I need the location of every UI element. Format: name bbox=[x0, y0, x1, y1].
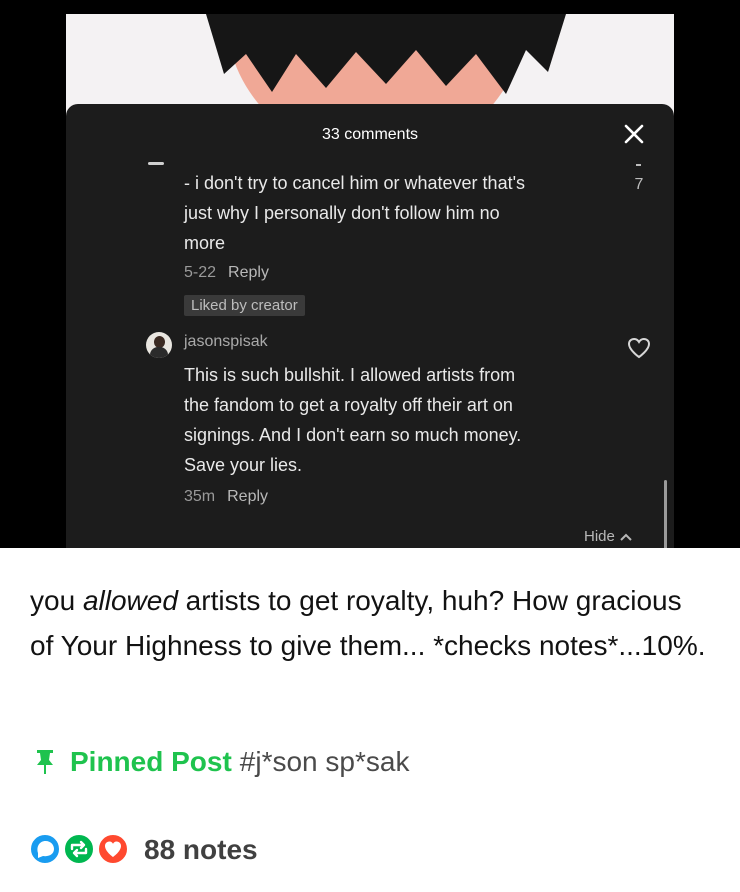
post-text-emphasis: allowed bbox=[82, 585, 178, 616]
comment-line: - i don't try to cancel him or whatever … bbox=[184, 173, 526, 193]
scrolled-avatar-edge bbox=[148, 162, 164, 165]
post-text-before: you bbox=[30, 585, 83, 616]
side-like-count: 7 bbox=[634, 176, 644, 193]
reply-button[interactable]: Reply bbox=[227, 488, 268, 505]
reply-button[interactable]: Reply bbox=[228, 264, 269, 281]
heart-icon[interactable] bbox=[626, 336, 652, 360]
comments-panel[interactable]: 33 comments 7 - i don't try to cancel hi… bbox=[66, 104, 674, 548]
comment-line: the fandom to get a royalty off their ar… bbox=[184, 395, 513, 415]
pinned-post-label[interactable]: Pinned Post bbox=[70, 746, 232, 778]
comment-username[interactable]: jasonspisak bbox=[184, 333, 268, 351]
embedded-screenshot: 33 comments 7 - i don't try to cancel hi… bbox=[0, 0, 740, 548]
hide-label: Hide bbox=[584, 528, 615, 545]
comment-line: just why I personally don't follow him n… bbox=[184, 203, 500, 223]
pinned-post-row: Pinned Post #j*son sp*sak bbox=[36, 746, 409, 778]
comment-time: 35m bbox=[184, 488, 216, 505]
notes-row[interactable]: 88 notes bbox=[28, 832, 258, 868]
post-tag[interactable]: #j*son sp*sak bbox=[240, 746, 410, 778]
avatar[interactable] bbox=[146, 332, 172, 358]
pin-icon bbox=[37, 750, 53, 774]
comment-line: signings. And I don't earn so much money… bbox=[184, 425, 522, 445]
comments-title: 33 comments bbox=[321, 126, 419, 143]
hide-button[interactable]: Hide bbox=[584, 528, 633, 545]
comment-line: more bbox=[184, 233, 226, 253]
note-icons bbox=[28, 832, 140, 868]
comment-meta: 5-22 Reply bbox=[184, 264, 269, 282]
close-icon[interactable] bbox=[622, 122, 646, 146]
liked-by-creator-badge: Liked by creator bbox=[184, 295, 305, 316]
video-hair bbox=[206, 14, 566, 94]
scrollbar[interactable] bbox=[664, 480, 667, 548]
comment-date: 5-22 bbox=[184, 264, 217, 281]
like-heart-icon bbox=[97, 833, 129, 865]
chevron-up-icon bbox=[620, 533, 632, 541]
side-dot bbox=[636, 164, 641, 166]
post-body: you allowed artists to get royalty, huh?… bbox=[30, 578, 710, 668]
comment-line: This is such bullshit. I allowed artists… bbox=[184, 365, 516, 385]
notes-count[interactable]: 88 notes bbox=[144, 834, 258, 866]
comment-meta: 35m Reply bbox=[184, 488, 268, 506]
reblog-icon bbox=[63, 833, 95, 865]
comment-line: Save your lies. bbox=[184, 455, 303, 475]
reply-bubble-icon bbox=[29, 833, 61, 865]
